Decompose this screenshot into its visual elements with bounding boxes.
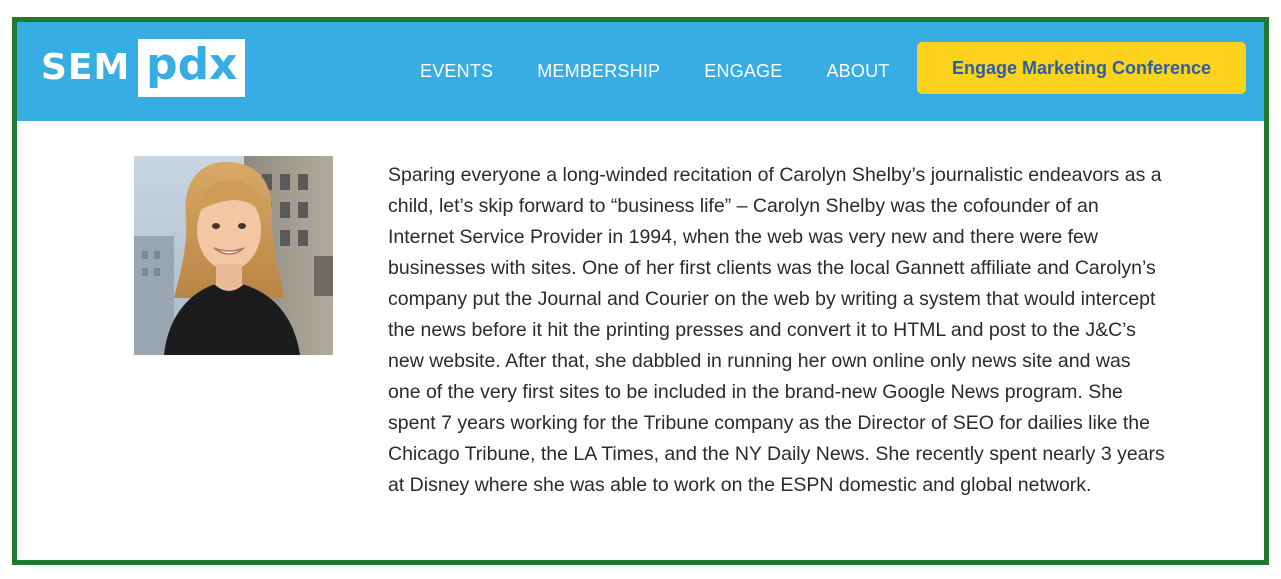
speaker-photo-image bbox=[134, 156, 333, 355]
nav-item-engage[interactable]: ENGAGE bbox=[704, 61, 782, 82]
main-nav: EVENTS MEMBERSHIP ENGAGE ABOUT bbox=[420, 22, 933, 121]
logo-sem-text: SEM bbox=[41, 47, 131, 88]
logo-pdx-box: pdx bbox=[138, 39, 246, 97]
speaker-photo bbox=[134, 156, 333, 355]
nav-item-events[interactable]: EVENTS bbox=[420, 61, 493, 82]
logo-pdx-text: pdx bbox=[146, 39, 238, 90]
nav-item-membership[interactable]: MEMBERSHIP bbox=[537, 61, 660, 82]
sempdx-logo[interactable]: SEM pdx bbox=[41, 39, 246, 97]
page-frame: SEM pdx EVENTS MEMBERSHIP ENGAGE ABOUT E… bbox=[12, 17, 1269, 565]
site-header: SEM pdx EVENTS MEMBERSHIP ENGAGE ABOUT E… bbox=[17, 22, 1264, 121]
nav-item-about[interactable]: ABOUT bbox=[826, 61, 889, 82]
speaker-bio: Sparing everyone a long-winded recitatio… bbox=[388, 164, 1165, 496]
engage-conference-button[interactable]: Engage Marketing Conference bbox=[917, 42, 1246, 94]
